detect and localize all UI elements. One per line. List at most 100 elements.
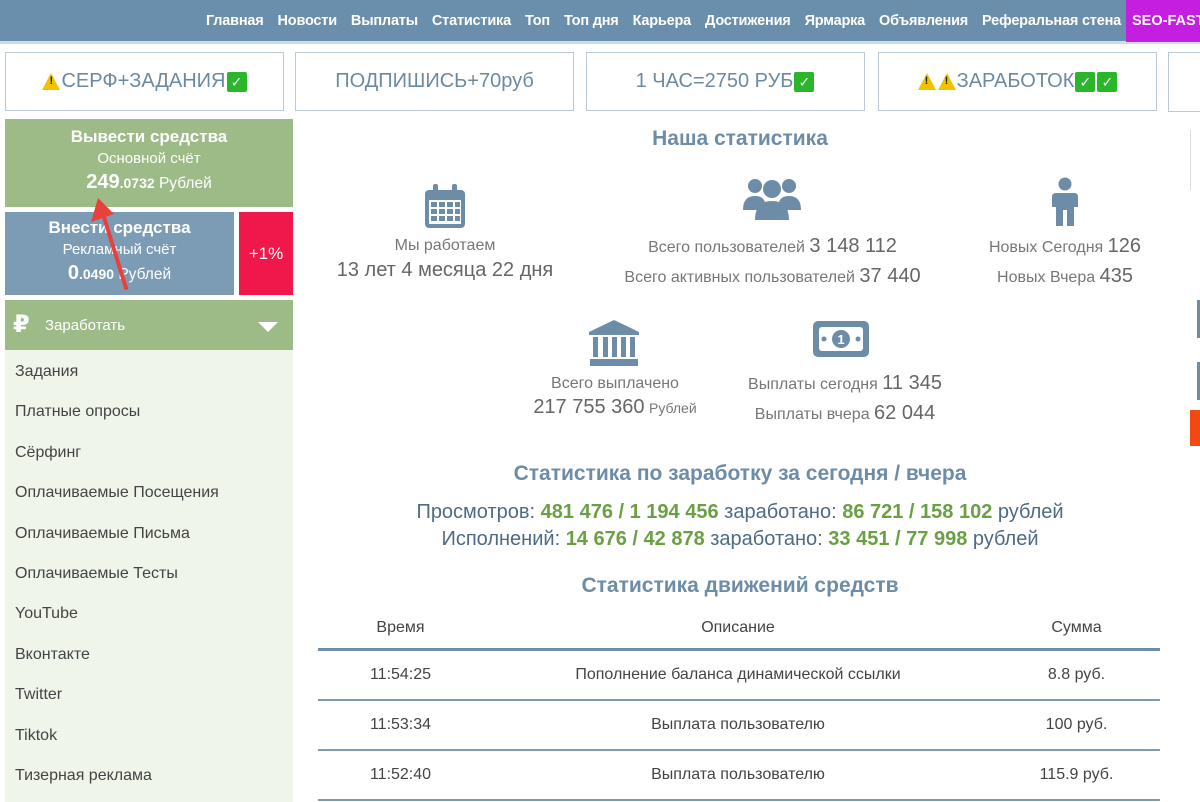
menu-item-paid-letters[interactable]: Оплачиваемые Письма (5, 512, 293, 552)
table-row: 11:54:25 Пополнение баланса динамической… (318, 651, 1160, 701)
menu-item-tasks[interactable]: Задания (5, 350, 293, 390)
stat-users-total: Всего пользователей 3 148 112 (585, 232, 960, 262)
side-divider (1190, 130, 1191, 190)
banner-subscribe[interactable]: ПОДПИШИСЬ+70руб (295, 52, 574, 111)
warning-icon (42, 73, 61, 90)
stat-value: 13 лет 4 месяца 22 дня (336, 259, 554, 281)
nav-item-fair[interactable]: Ярмарка (798, 13, 872, 29)
stat-value: 62 044 (874, 402, 936, 424)
banner-label: СЕРФ+ЗАДАНИЯ (61, 70, 226, 92)
menu-item-youtube[interactable]: YouTube (5, 592, 293, 632)
main-account-balance: 249.0732 Рублей (5, 171, 293, 194)
nav-promo-seo-fast[interactable]: SEO-FAST (1126, 0, 1200, 42)
withdraw-funds-block[interactable]: Вывести средства Основной счёт 249.0732 … (5, 119, 293, 207)
table-row: 11:52:40 Выплата пользователю 115.9 руб. (318, 751, 1160, 801)
calendar-icon (425, 184, 465, 228)
deposit-title: Внести средства (48, 218, 191, 237)
banner-partial[interactable] (1168, 52, 1200, 112)
check-icon: ✓ (1075, 71, 1096, 92)
stats-title: Наша статистика (652, 127, 828, 150)
stat-value: 126 (1107, 235, 1142, 257)
menu-item-vkontakte[interactable]: Вконтакте (5, 633, 293, 673)
stat-label: Выплаты сегодня (748, 376, 878, 393)
balance-fraction: .0490 (78, 266, 115, 282)
nav-item-career[interactable]: Карьера (626, 13, 698, 29)
balance-integer: 249 (86, 171, 120, 193)
cell-time: 11:54:25 (369, 666, 432, 683)
balance-integer: 0 (67, 262, 79, 284)
nav-item-referral-wall[interactable]: Реферальная стена (975, 13, 1128, 29)
banner-label: ЗАРАБОТОК (956, 70, 1075, 92)
menu-item-surfing[interactable]: Сёрфинг (5, 431, 293, 471)
stat-label: Новых Вчера (997, 269, 1096, 286)
cell-time: 11:53:34 (369, 716, 432, 733)
nav-item-top-day[interactable]: Топ дня (557, 13, 626, 29)
deposit-bonus-badge[interactable]: +1% (239, 212, 293, 295)
column-header-sum: Сумма (1051, 618, 1102, 636)
column-header-description: Описание (701, 618, 775, 636)
ad-account-label: Рекламный счёт (62, 241, 177, 258)
banner-earnings[interactable]: ЗАРАБОТОК ✓ ✓ (878, 52, 1157, 111)
menu-item-twitter[interactable]: Twitter (5, 673, 293, 713)
cell-description: Выплата пользователю (651, 766, 825, 783)
exec-earned: 33 451 / 77 998 (828, 528, 968, 550)
earned-label: заработано: (724, 501, 837, 523)
table-row: 11:53:34 Выплата пользователю 100 руб. (318, 701, 1160, 751)
banner-hour-earnings[interactable]: 1 ЧАС=2750 РУБ ✓ (586, 52, 865, 111)
stat-value: 11 345 (882, 372, 942, 394)
ruble-icon: ₽ (13, 311, 30, 338)
stat-working-since: Мы работаем 13 лет 4 месяца 22 дня (300, 237, 590, 282)
earn-menu-list: Задания Платные опросы Сёрфинг Оплачивае… (5, 350, 293, 802)
stat-unit: Рублей (649, 400, 697, 416)
side-widget-badge[interactable] (1190, 410, 1200, 446)
menu-item-paid-tests[interactable]: Оплачиваемые Тесты (5, 552, 293, 592)
balance-fraction: .0732 (119, 175, 155, 191)
stat-label: Всего пользователей (648, 239, 805, 256)
deposit-funds-block[interactable]: Внести средства Рекламный счёт 0.0490 Ру… (5, 212, 234, 295)
nav-item-payouts[interactable]: Выплаты (344, 13, 425, 29)
views-earned: 86 721 / 158 102 (842, 501, 993, 523)
main-content: Наша статистика Мы работаем 13 лет 4 мес… (300, 112, 1180, 802)
nav-item-achievements[interactable]: Достижения (698, 13, 798, 29)
earn-menu-header[interactable]: ₽ Заработать (5, 300, 293, 350)
withdraw-title: Вывести средства (70, 127, 228, 146)
column-header-time: Время (376, 618, 425, 636)
cell-description: Пополнение баланса динамической ссылки (575, 666, 901, 683)
menu-item-paid-surveys[interactable]: Платные опросы (5, 390, 293, 430)
stat-users-active: Всего активных пользователей 37 440 (585, 262, 960, 292)
menu-item-teaser-ads[interactable]: Тизерная реклама (5, 754, 293, 794)
menu-item-tiktok[interactable]: Tiktok (5, 714, 293, 754)
check-icon: ✓ (1097, 71, 1118, 92)
cell-description: Выплата пользователю (651, 716, 825, 733)
currency-label: рублей (997, 501, 1064, 523)
nav-item-top[interactable]: Топ (518, 13, 557, 29)
currency-label: рублей (972, 528, 1039, 550)
stat-payouts: Выплаты сегодня 11 345 Выплаты вчера 62 … (720, 369, 970, 429)
bank-icon (589, 320, 639, 366)
banner-label: ПОДПИШИСЬ+70руб (335, 70, 534, 92)
menu-item-paid-visits[interactable]: Оплачиваемые Посещения (5, 471, 293, 511)
main-account-label: Основной счёт (97, 150, 201, 167)
cell-time: 11:52:40 (369, 766, 432, 783)
cell-sum: 100 руб. (1045, 716, 1108, 733)
exec-label: Исполнений: (441, 528, 561, 550)
table-header: Время Описание Сумма (318, 607, 1160, 651)
exec-value: 14 676 / 42 878 (565, 528, 705, 550)
chevron-down-icon (258, 322, 278, 332)
nav-menu: Главная Новости Выплаты Статистика Топ Т… (199, 0, 1128, 42)
stat-label: Новых Сегодня (988, 239, 1104, 256)
check-icon: ✓ (226, 71, 247, 92)
nav-item-ads[interactable]: Объявления (872, 13, 975, 29)
earnings-title: Статистика по заработку за сегодня / вче… (513, 462, 967, 485)
stat-label: Мы работаем (394, 237, 496, 254)
stat-paid-total: Всего выплачено 217 755 360 Рублей (500, 375, 730, 419)
stat-new-today: Новых Сегодня 126 (970, 232, 1160, 262)
balance-currency: Рублей (158, 175, 212, 192)
stat-label: Всего активных пользователей (624, 269, 855, 286)
banner-surf-tasks[interactable]: СЕРФ+ЗАДАНИЯ ✓ (5, 52, 284, 111)
nav-item-news[interactable]: Новости (271, 13, 344, 29)
stat-value: 3 148 112 (809, 235, 897, 257)
stat-new-users: Новых Сегодня 126 Новых Вчера 435 (970, 232, 1160, 292)
nav-item-home[interactable]: Главная (199, 13, 271, 29)
nav-item-statistics[interactable]: Статистика (425, 13, 518, 29)
